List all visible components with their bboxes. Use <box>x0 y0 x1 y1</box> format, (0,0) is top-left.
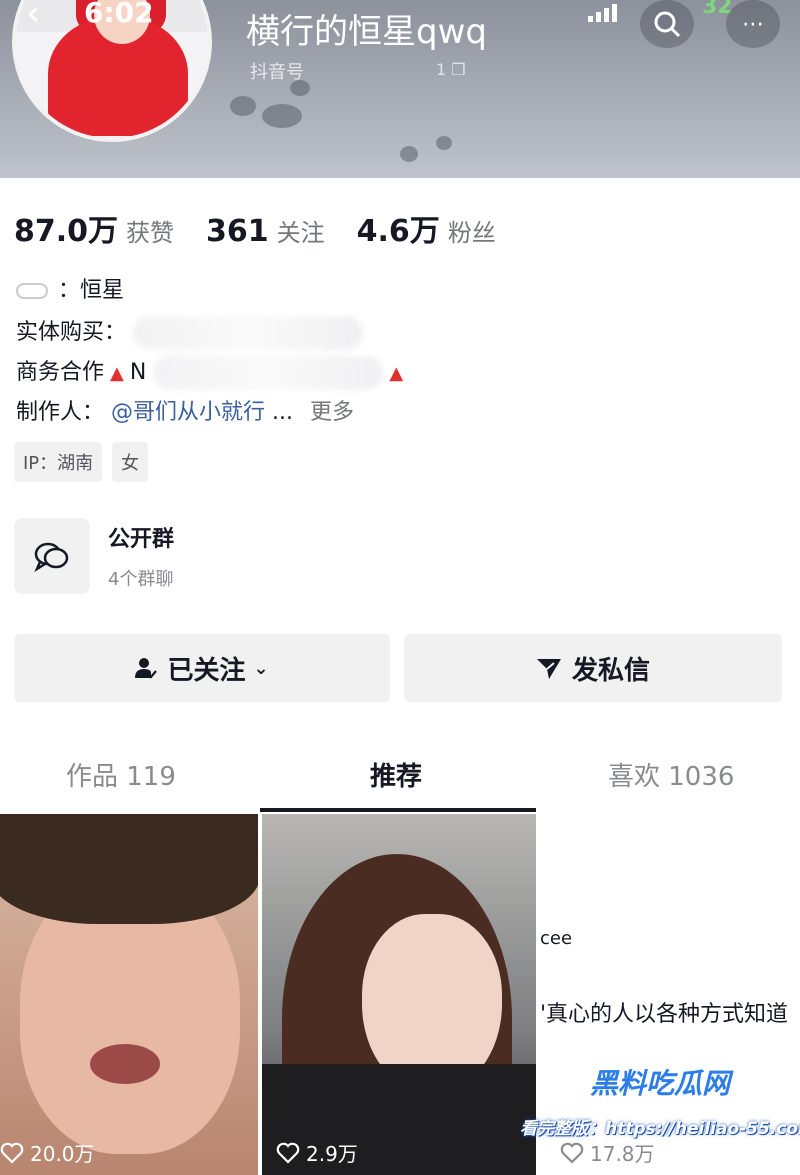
redacted-text <box>153 356 384 390</box>
heart-icon <box>560 1142 584 1164</box>
public-group-entry[interactable]: 公开群 4个群聊 <box>14 518 174 594</box>
chevron-left-icon: ‹ <box>26 0 41 34</box>
background-blot <box>400 146 418 162</box>
heart-icon <box>0 1142 24 1164</box>
profile-tags: IP：湖南 女 <box>14 442 149 482</box>
thumbnail-mouth <box>90 1044 160 1084</box>
like-count-text: 20.0万 <box>30 1142 95 1166</box>
content-tabs: 作品 119 推荐 喜欢 1036 <box>0 742 800 812</box>
video-like-count: 20.0万 <box>0 1138 95 1167</box>
cloud-icon <box>16 283 48 299</box>
signal-icon <box>588 0 617 22</box>
search-icon <box>654 11 681 38</box>
bio-line: 制作人： @哥们从小就行 ... 更多 <box>16 394 354 426</box>
video-thumbnail[interactable]: 20.0万 <box>0 814 258 1175</box>
copy-icon: ❐ <box>451 60 466 79</box>
following-count[interactable]: 361 <box>206 214 269 249</box>
like-count-text: 2.9万 <box>306 1142 358 1166</box>
message-label: 发私信 <box>571 655 650 686</box>
thumbnail-caption: cee <box>540 928 573 949</box>
stats-row: 87.0万 获赞 361 关注 4.6万 粉丝 <box>14 206 528 250</box>
background-blot <box>436 136 452 150</box>
tab-works[interactable]: 作品 119 <box>66 756 176 793</box>
following-label: 关注 <box>276 219 325 247</box>
account-id-label: 抖音号 <box>250 62 304 83</box>
heart-icon <box>276 1142 300 1164</box>
user-check-icon <box>135 656 158 680</box>
video-like-count: 2.9万 <box>276 1138 358 1167</box>
redacted-text <box>133 316 364 350</box>
ip-tag: IP：湖南 <box>14 442 103 482</box>
warning-triangle-icon: ▲ <box>389 363 404 384</box>
bio-line: 实体购买： <box>16 314 364 350</box>
following-label: 已关注 <box>167 655 246 686</box>
status-time: 6:02 <box>84 0 154 29</box>
watermark-url: 看完整版：https://heiliao-55.com <box>520 1119 800 1139</box>
active-tab-indicator <box>260 808 536 812</box>
search-button[interactable] <box>640 0 694 48</box>
gender-tag: 女 <box>112 442 149 482</box>
more-button[interactable]: ⋯ <box>726 0 780 48</box>
following-button[interactable]: 已关注 ⌄ <box>14 634 390 702</box>
more-icon: ⋯ <box>742 11 764 37</box>
likes-count[interactable]: 87.0万 <box>14 206 118 250</box>
bio-text: 商务合作 <box>16 360 105 385</box>
page-title: 横行的恒星qwq <box>246 12 487 52</box>
video-like-count: 17.8万 <box>560 1138 655 1167</box>
group-chat-icon <box>14 518 90 594</box>
bio-more-link[interactable]: 更多 <box>310 400 354 425</box>
likes-label: 获赞 <box>126 219 175 247</box>
copy-id-label: 1 <box>436 60 447 79</box>
followers-count[interactable]: 4.6万 <box>357 206 440 250</box>
bio-line: 商务合作 ▲ N ▲ <box>16 354 409 390</box>
chevron-down-icon: ⌄ <box>253 657 269 679</box>
send-icon <box>536 656 562 680</box>
bio-line: ：恒星 <box>16 272 124 304</box>
producer-link[interactable]: @哥们从小就行 <box>111 400 265 425</box>
bio-ellipsis: ... <box>272 400 294 425</box>
video-thumbnail[interactable]: 2.9万 <box>262 814 536 1175</box>
background-blot <box>230 96 256 116</box>
bio-text: ：恒星 <box>58 278 125 303</box>
like-count-text: 17.8万 <box>590 1142 655 1166</box>
group-title: 公开群 <box>108 527 175 552</box>
back-button[interactable]: ‹ <box>26 0 70 36</box>
bio-text: 实体购买： <box>16 320 127 345</box>
followers-label: 粉丝 <box>447 219 496 247</box>
thumbnail-caption: '真心的人以各种方式知道 <box>540 1002 789 1027</box>
background-blot <box>262 104 302 128</box>
watermark-logo: 黑料吃瓜网 <box>590 1067 731 1100</box>
thumbnail-hair <box>0 814 258 924</box>
bio-text: N <box>129 360 147 385</box>
tab-recommended[interactable]: 推荐 <box>370 756 422 793</box>
bio-text: 制作人： <box>16 400 105 425</box>
group-subtitle: 4个群聊 <box>108 569 174 590</box>
copy-id-button[interactable]: 1 ❐ <box>436 60 466 79</box>
warning-triangle-icon: ▲ <box>110 363 124 384</box>
profile-header: ‹ 6:02 横行的恒星qwq 抖音号 1 ❐ 32 ⋯ <box>0 0 800 178</box>
message-button[interactable]: 发私信 <box>404 634 782 702</box>
tab-likes[interactable]: 喜欢 1036 <box>608 756 734 793</box>
